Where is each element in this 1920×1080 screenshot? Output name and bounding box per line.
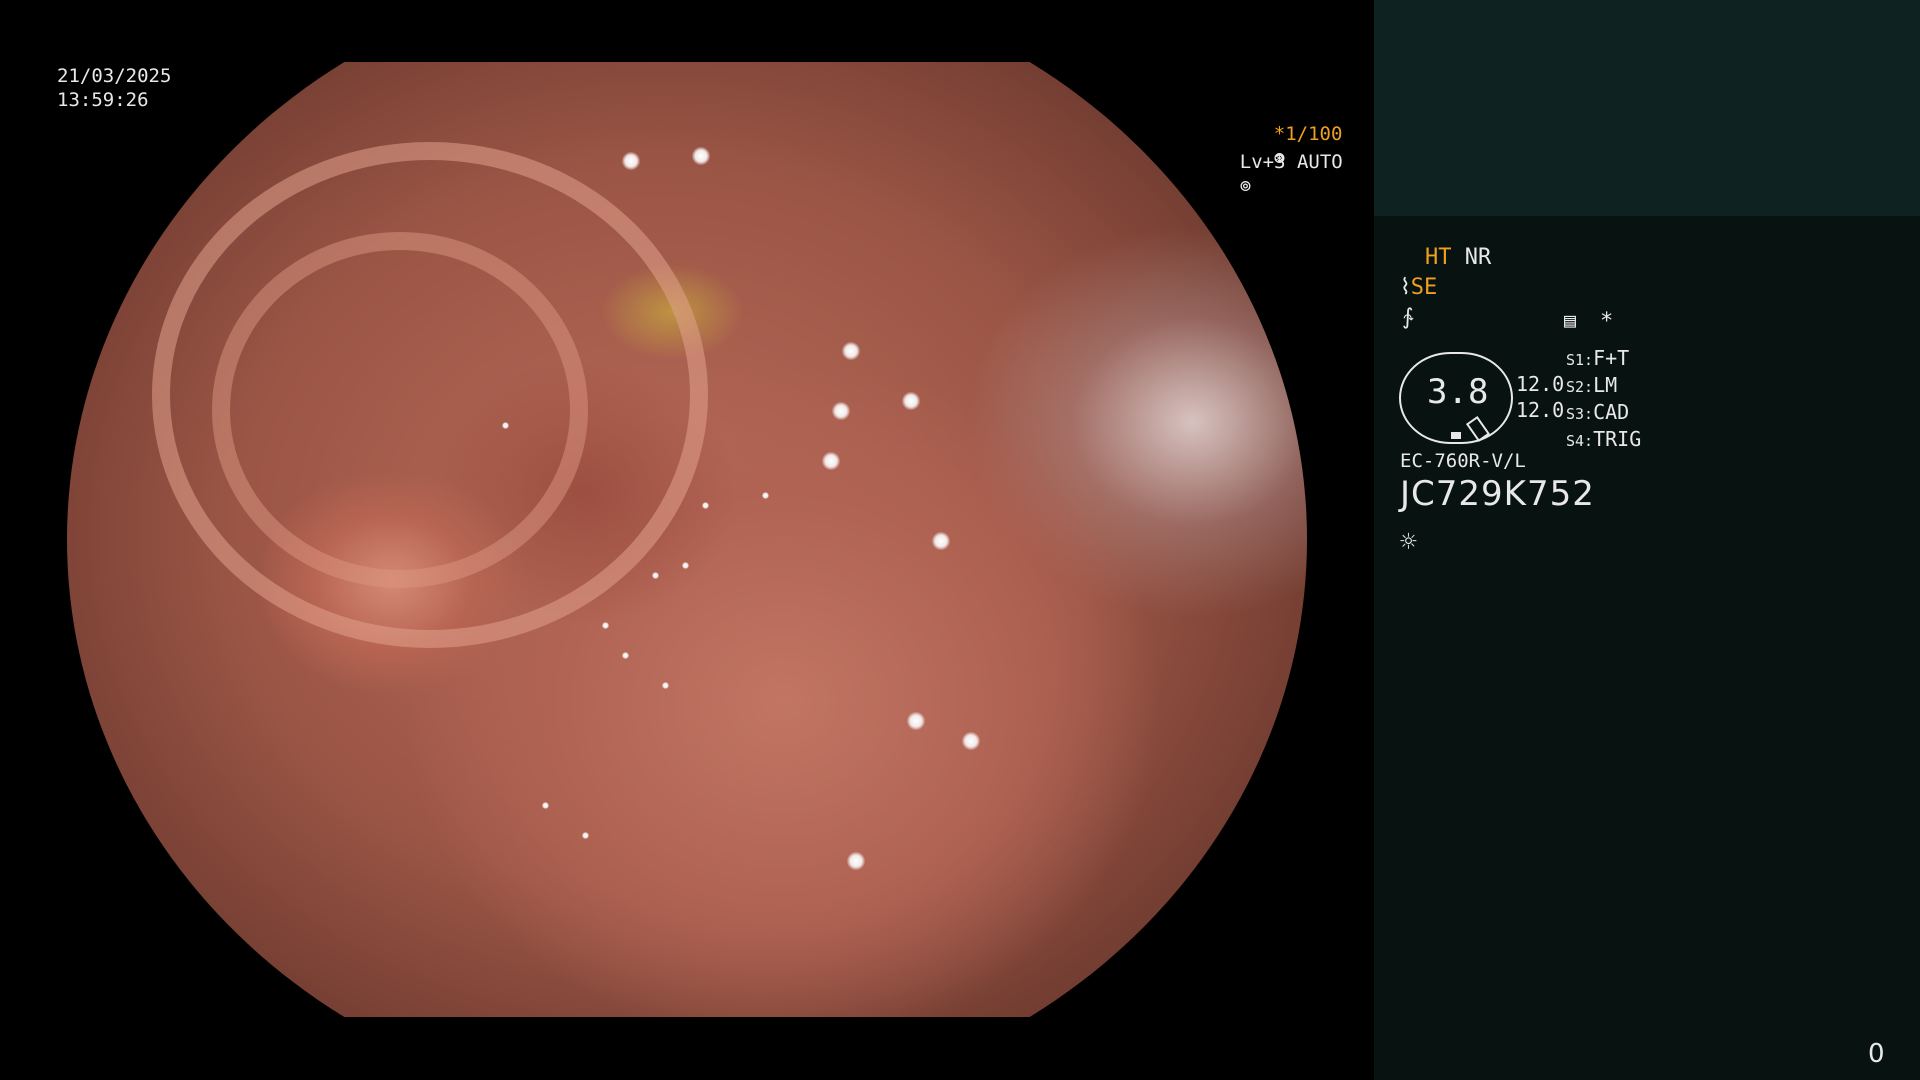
- model-name: EC-760R-V/L: [1400, 450, 1526, 472]
- ht-indicator: HT: [1425, 245, 1452, 270]
- switch-key: S1:: [1566, 351, 1594, 369]
- specular-reflection: [762, 492, 769, 499]
- serial-number: JC729K752: [1400, 474, 1595, 514]
- switch-label: TRIG: [1593, 427, 1642, 451]
- specular-reflection: [622, 652, 629, 659]
- se-row: ⌇SE: [1400, 274, 1437, 302]
- specular-reflection: [832, 402, 850, 420]
- specular-reflection: [542, 802, 549, 809]
- specular-reflection: [682, 562, 689, 569]
- switch-item: S4:TRIG: [1566, 427, 1641, 454]
- info-panel: [1374, 216, 1920, 1080]
- switch-label: CAD: [1593, 400, 1630, 424]
- structure-enhance-icon: ⌇: [1400, 275, 1411, 300]
- value-1: 12.0: [1516, 372, 1565, 396]
- exposure-level: Lv+3 AUTO: [1239, 151, 1343, 173]
- specular-reflection: [502, 422, 509, 429]
- specular-reflection: [822, 452, 840, 470]
- value-2: 12.0: [1516, 398, 1565, 422]
- switch-key: S2:: [1566, 378, 1594, 396]
- star-indicator: *: [1600, 309, 1614, 334]
- switch-item: S2:LM: [1566, 373, 1641, 400]
- specular-reflection: [902, 392, 920, 410]
- specular-reflection: [847, 852, 865, 870]
- settings-list-icon: ▤: [1564, 308, 1577, 332]
- ht-nr-row: HT NR: [1425, 244, 1491, 272]
- info-panel-header: [1374, 0, 1920, 216]
- zoom-marker-icon: [1451, 432, 1461, 439]
- color-mode-icon: ∱: [1402, 305, 1414, 330]
- light-source-icon: ☼: [1400, 525, 1417, 558]
- date-time: 21/03/2025 13:59:26: [57, 64, 171, 112]
- specular-reflection: [702, 502, 709, 509]
- time: 13:59:26: [57, 89, 149, 111]
- nr-indicator: NR: [1464, 245, 1492, 270]
- specular-reflection: [582, 832, 589, 839]
- corner-number: 0: [1868, 1039, 1885, 1069]
- switch-key: S4:: [1566, 432, 1594, 450]
- zoom-value: 3.8: [1427, 372, 1489, 412]
- mucosal-fold: [212, 232, 588, 588]
- auto-iris-icon: ⊚: [1239, 175, 1252, 197]
- switch-label: F+T: [1593, 346, 1630, 370]
- switch-key: S3:: [1566, 405, 1594, 423]
- date: 21/03/2025: [57, 65, 172, 87]
- switch-item: S3:CAD: [1566, 400, 1641, 427]
- specular-reflection: [652, 572, 659, 579]
- specular-reflection: [692, 147, 710, 165]
- specular-reflection: [932, 532, 950, 550]
- specular-reflection: [662, 682, 669, 689]
- specular-reflection: [907, 712, 925, 730]
- endoscopic-image: [67, 62, 1307, 1017]
- se-indicator: SE: [1410, 275, 1438, 300]
- specular-reflection: [602, 622, 609, 629]
- specular-reflection: [622, 152, 640, 170]
- switch-item: S1:F+T: [1566, 346, 1641, 373]
- switch-row: S1:F+T S2:LM S3:CAD S4:TRIG: [1566, 346, 1641, 454]
- zoom-indicator: 3.8: [1399, 352, 1513, 444]
- endoscope-view: 21/03/2025 13:59:26 *1/100 ⊛ Lv+3 AUTO ⊚: [0, 0, 1374, 1080]
- specular-reflection: [842, 342, 860, 360]
- angle-marker-icon: [1465, 415, 1491, 443]
- specular-reflection: [962, 732, 980, 750]
- switch-label: LM: [1593, 373, 1618, 397]
- level-readout: Lv+3 AUTO ⊚: [1194, 126, 1343, 222]
